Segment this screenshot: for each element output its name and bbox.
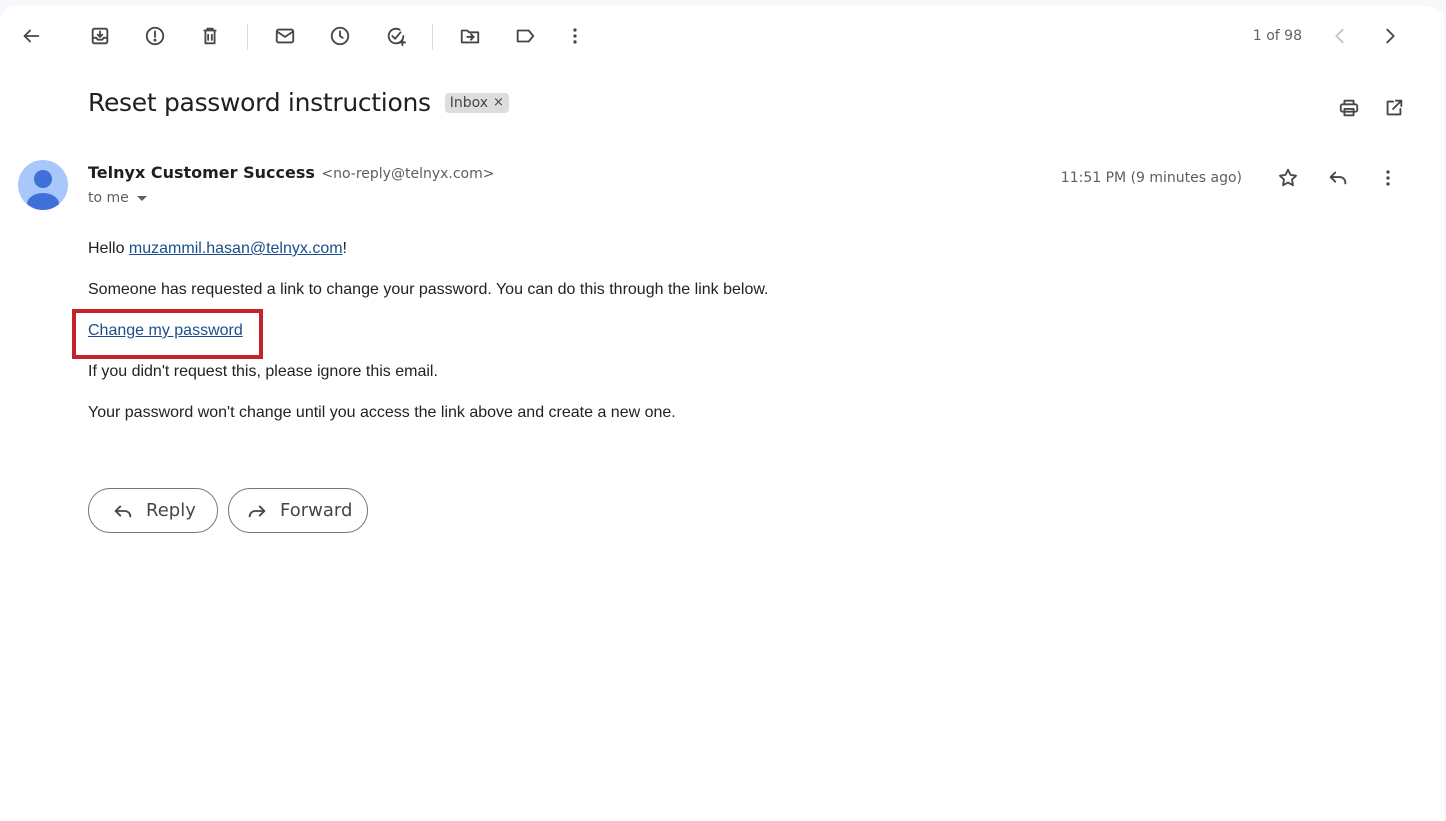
greeting-prefix: Hello xyxy=(88,240,129,257)
message-timestamp: 11:51 PM (9 minutes ago) xyxy=(1060,170,1242,186)
more-vert-icon xyxy=(573,28,577,44)
pagination-count: 1 of 98 xyxy=(1252,28,1302,44)
add-to-tasks-button[interactable] xyxy=(376,16,416,56)
open-new-window-button[interactable] xyxy=(1374,88,1414,128)
recipient-email-link[interactable]: muzammil.hasan@telnyx.com xyxy=(129,240,343,257)
labels-button[interactable] xyxy=(505,16,545,56)
more-vert-icon xyxy=(1386,170,1390,186)
body-line-note: Your password won't change until you acc… xyxy=(88,404,676,421)
caret-down-icon xyxy=(136,195,147,201)
label-chip-text: Inbox xyxy=(449,94,489,111)
reply-button[interactable]: Reply xyxy=(88,488,218,533)
report-spam-icon xyxy=(145,26,165,46)
change-password-line: Change my password xyxy=(88,321,768,340)
reply-icon xyxy=(1329,171,1347,185)
toolbar-divider xyxy=(247,24,248,50)
sender-avatar[interactable] xyxy=(18,160,68,210)
label-icon xyxy=(516,29,535,43)
star-button[interactable] xyxy=(1268,158,1308,198)
forward-button[interactable]: Forward xyxy=(228,488,368,533)
chevron-left-icon xyxy=(1335,28,1344,44)
arrow-back-icon xyxy=(23,29,40,43)
sender-email: <no-reply@telnyx.com> xyxy=(321,166,495,182)
message-more-button[interactable] xyxy=(1368,158,1408,198)
delete-button[interactable] xyxy=(190,16,230,56)
mark-unread-button[interactable] xyxy=(265,16,305,56)
older-button[interactable] xyxy=(1370,16,1410,56)
recipient-details-toggle[interactable]: to me xyxy=(88,190,147,206)
email-body: Hello muzammil.hasan@telnyx.com! Someone… xyxy=(88,239,768,444)
subject-row: Reset password instructions Inbox × xyxy=(88,88,509,117)
star-icon xyxy=(1279,168,1297,187)
reply-icon xyxy=(114,505,132,517)
trash-icon xyxy=(203,27,217,45)
newer-button[interactable] xyxy=(1320,16,1360,56)
report-spam-button[interactable] xyxy=(135,16,175,56)
mail-icon xyxy=(275,28,295,44)
clock-icon xyxy=(330,26,350,46)
back-button[interactable] xyxy=(11,16,51,56)
sender-name[interactable]: Telnyx Customer Success xyxy=(88,163,315,182)
change-password-link[interactable]: Change my password xyxy=(88,322,243,339)
body-line-ignore: If you didn't request this, please ignor… xyxy=(88,363,438,380)
message-toolbar: 1 of 98 xyxy=(0,6,1444,66)
print-icon xyxy=(1339,99,1359,117)
archive-icon xyxy=(91,27,109,45)
move-folder-icon xyxy=(460,29,480,44)
recipient-text: to me xyxy=(88,190,129,206)
move-to-button[interactable] xyxy=(450,16,490,56)
add-task-icon xyxy=(387,27,407,47)
message-meta: 11:51 PM (9 minutes ago) xyxy=(1061,158,1408,198)
greeting-suffix: ! xyxy=(342,240,347,257)
remove-label-button[interactable]: × xyxy=(493,95,504,110)
forward-icon xyxy=(248,505,266,517)
snooze-button[interactable] xyxy=(320,16,360,56)
more-options-button[interactable] xyxy=(555,16,595,56)
chevron-right-icon xyxy=(1386,28,1395,44)
email-subject: Reset password instructions xyxy=(88,88,431,117)
person-icon xyxy=(27,170,59,210)
open-in-new-icon xyxy=(1386,99,1403,116)
greeting-line: Hello muzammil.hasan@telnyx.com! xyxy=(88,239,768,258)
sender-line: Telnyx Customer Success <no-reply@telnyx… xyxy=(88,163,494,183)
subject-actions xyxy=(1324,88,1414,128)
archive-button[interactable] xyxy=(80,16,120,56)
print-all-button[interactable] xyxy=(1329,88,1369,128)
reply-icon-button[interactable] xyxy=(1318,158,1358,198)
message-view: 1 of 98 Reset password instructions Inbo… xyxy=(0,6,1444,821)
inbox-label-chip[interactable]: Inbox × xyxy=(444,92,509,113)
forward-label: Forward xyxy=(280,500,353,521)
body-line-request: Someone has requested a link to change y… xyxy=(88,281,769,298)
reply-label: Reply xyxy=(146,500,196,521)
toolbar-divider xyxy=(432,24,433,50)
